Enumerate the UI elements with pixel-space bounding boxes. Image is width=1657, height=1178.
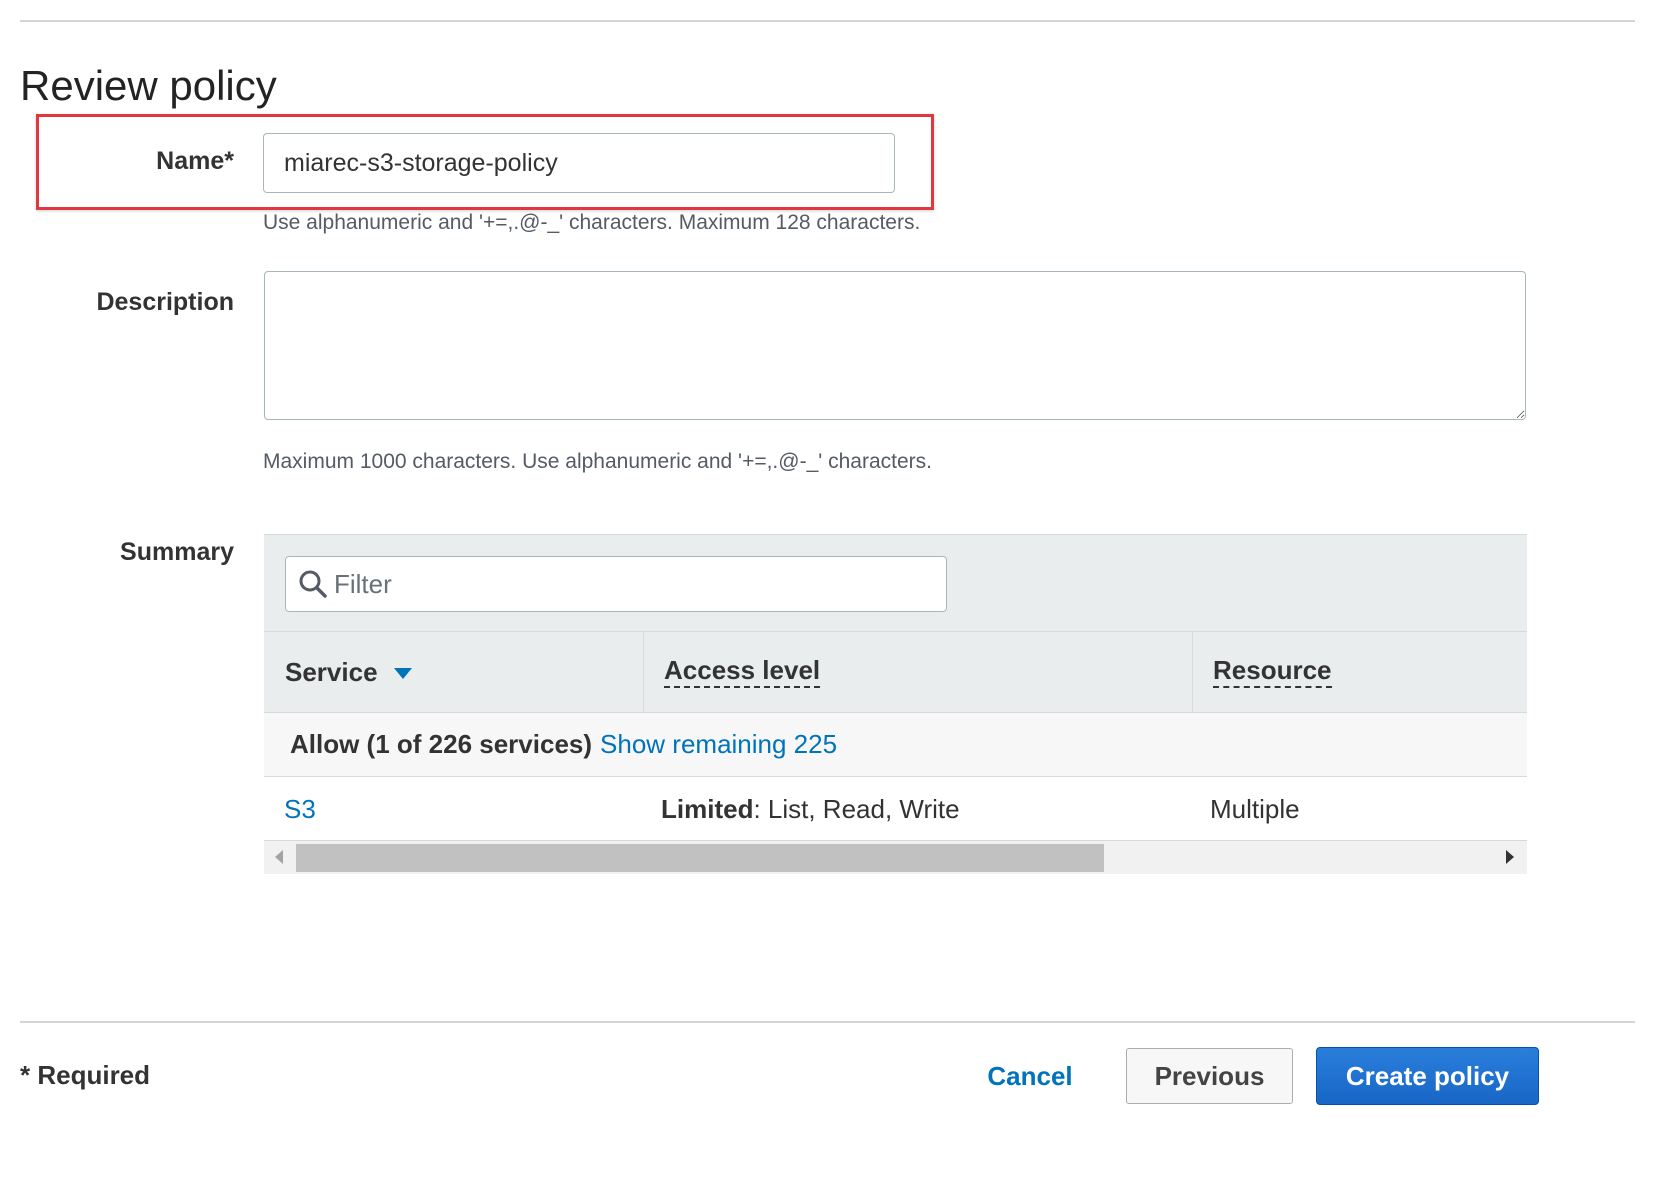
allow-group-row: Allow (1 of 226 services) Show remaining… (264, 713, 1527, 777)
column-header-access-level-label: Access level (664, 656, 821, 688)
service-link-s3[interactable]: S3 (284, 794, 316, 825)
page-title: Review policy (20, 62, 277, 109)
top-divider (20, 20, 1635, 22)
create-policy-button[interactable]: Create policy (1316, 1047, 1539, 1105)
search-icon (299, 570, 327, 598)
scroll-left-arrow-icon[interactable] (274, 850, 284, 864)
column-header-resource-label: Resource (1213, 656, 1332, 688)
column-header-resource[interactable]: Resource (1192, 632, 1527, 712)
horizontal-scrollbar[interactable] (264, 841, 1527, 874)
sort-caret-down-icon[interactable] (393, 668, 412, 680)
summary-label: Summary (120, 538, 234, 566)
access-level-prefix: Limited (661, 793, 754, 824)
show-remaining-link[interactable]: Show remaining 225 (600, 729, 837, 760)
previous-button[interactable]: Previous (1126, 1048, 1293, 1104)
filter-bar (264, 534, 1527, 632)
name-hint: Use alphanumeric and '+=,.@-_' character… (263, 211, 921, 234)
filter-input[interactable] (332, 563, 932, 605)
description-label: Description (96, 288, 234, 316)
column-header-service-label: Service (285, 656, 378, 687)
allow-services-count: Allow (1 of 226 services) (290, 729, 593, 759)
column-header-access-level[interactable]: Access level (643, 632, 1192, 712)
policy-name-input[interactable] (263, 133, 895, 193)
description-hint: Maximum 1000 characters. Use alphanumeri… (263, 450, 932, 473)
name-label: Name* (156, 147, 234, 175)
description-textarea[interactable] (264, 271, 1526, 420)
footer-divider (20, 1021, 1635, 1023)
scroll-right-arrow-icon[interactable] (1505, 850, 1515, 864)
summary-table: Service Access level Resource Allow (1 o… (264, 534, 1527, 874)
access-level-detail: : List, Read, Write (753, 793, 960, 824)
filter-field[interactable] (285, 556, 947, 612)
column-header-service[interactable]: Service (264, 632, 643, 712)
resource-cell: Multiple (1210, 793, 1300, 824)
access-level-cell: Limited: List, Read, Write (661, 777, 960, 841)
table-row: S3 Limited: List, Read, Write Multiple (264, 777, 1527, 841)
table-header-row: Service Access level Resource (264, 631, 1527, 713)
required-note: * Required (20, 1060, 151, 1090)
scrollbar-thumb[interactable] (296, 844, 1104, 872)
cancel-button[interactable]: Cancel (968, 1048, 1092, 1104)
